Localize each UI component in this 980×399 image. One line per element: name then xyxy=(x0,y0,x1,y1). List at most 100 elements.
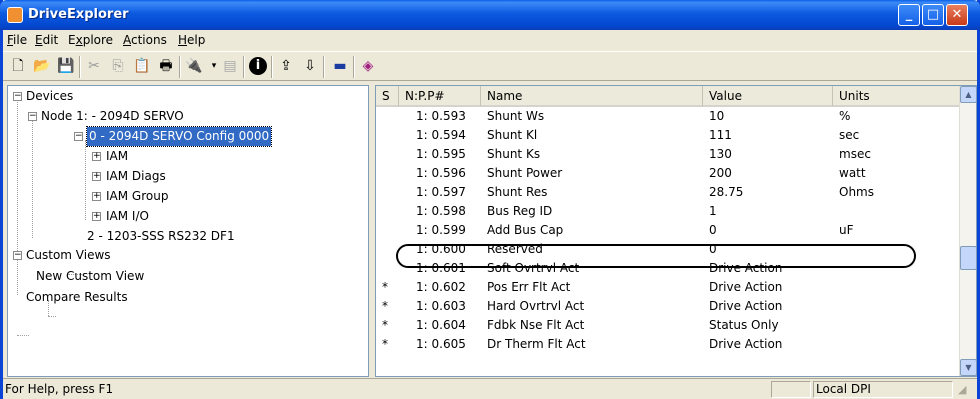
status-bar: For Help, press F1 Local DPI ◢ xyxy=(3,378,977,399)
table-row[interactable]: * 1: 0.605 Dr Therm Flt Act Drive Action xyxy=(376,337,956,352)
menu-file[interactable]: File xyxy=(7,33,27,47)
cell-npp: 1: 0.604 xyxy=(416,318,466,332)
cell-name: Shunt Ws xyxy=(487,109,545,123)
highlight-annotation xyxy=(396,244,916,268)
cell-npp: 1: 0.603 xyxy=(416,299,466,313)
cell-value: Drive Action xyxy=(709,299,783,313)
collapse-icon[interactable]: − xyxy=(13,92,22,101)
table-row[interactable]: * 1: 0.602 Pos Err Flt Act Drive Action xyxy=(376,280,956,295)
save-icon[interactable]: 💾 xyxy=(57,57,75,75)
print-icon[interactable]: 🖶 xyxy=(157,57,175,75)
disabled-doc-icon: ▤ xyxy=(223,58,237,74)
tree-df1[interactable]: 2 - 1203-SSS RS232 DF1 xyxy=(87,227,235,246)
parameter-list[interactable]: S N:P.P# Name Value Units 1: 0.593 Shunt … xyxy=(375,85,977,377)
table-row[interactable]: * 1: 0.604 Fdbk Nse Flt Act Status Only xyxy=(376,318,956,333)
table-row[interactable]: 1: 0.594 Shunt Kl 111 sec xyxy=(376,128,956,143)
table-row[interactable]: 1: 0.596 Shunt Power 200 watt xyxy=(376,166,956,181)
tree-devices[interactable]: Devices xyxy=(26,87,73,106)
book-icon[interactable]: ◈ xyxy=(359,57,377,75)
table-row[interactable]: 1: 0.595 Shunt Ks 130 msec xyxy=(376,147,956,162)
cell-value: Drive Action xyxy=(709,280,783,294)
cell-s: * xyxy=(382,280,388,294)
tree-node1[interactable]: Node 1: - 2094D SERVO xyxy=(41,107,184,126)
col-header-value[interactable]: Value xyxy=(703,86,833,107)
close-icon: ✕ xyxy=(951,7,963,22)
app-icon xyxy=(7,7,23,23)
col-header-name[interactable]: Name xyxy=(481,86,703,107)
col-header-s[interactable]: S xyxy=(376,86,399,107)
table-row[interactable]: * 1: 0.603 Hard Ovrtrvl Act Drive Action xyxy=(376,299,956,314)
tree-new-custom-view[interactable]: New Custom View xyxy=(36,267,144,286)
maximize-button[interactable]: □ xyxy=(922,4,944,26)
cell-name: Hard Ovrtrvl Act xyxy=(487,299,585,313)
upload-icon[interactable]: ⇪ xyxy=(277,57,295,75)
cell-name: Shunt Ks xyxy=(487,147,541,161)
parameter-icon[interactable]: ▬ xyxy=(331,57,349,75)
cell-npp: 1: 0.597 xyxy=(416,185,466,199)
device-tree[interactable]: − Devices − Node 1: - 2094D SERVO − 0 - … xyxy=(7,85,369,377)
expand-icon[interactable]: + xyxy=(92,152,101,161)
download-icon[interactable]: ⇩ xyxy=(301,57,319,75)
expand-icon[interactable]: + xyxy=(92,212,101,221)
cell-value: 130 xyxy=(709,147,732,161)
col-header-npp[interactable]: N:P.P# xyxy=(399,86,481,107)
resize-grip-icon[interactable]: ◢ xyxy=(958,383,966,396)
menu-bar: File Edit Explore Actions Help xyxy=(3,30,977,50)
minimize-button[interactable]: _ xyxy=(898,4,920,26)
menu-help[interactable]: Help xyxy=(178,33,205,47)
cell-s: * xyxy=(382,299,388,313)
maximize-icon: □ xyxy=(926,7,940,22)
tree-iam[interactable]: IAM xyxy=(106,147,128,166)
scroll-up-icon[interactable]: ▲ xyxy=(960,86,976,103)
tree-custom-views[interactable]: Custom Views xyxy=(26,246,111,265)
cell-name: Bus Reg ID xyxy=(487,204,553,218)
cell-value: 28.75 xyxy=(709,185,744,199)
collapse-icon[interactable]: − xyxy=(74,132,83,141)
cell-name: Fdbk Nse Flt Act xyxy=(487,318,585,332)
cell-s: * xyxy=(382,318,388,332)
table-row[interactable]: 1: 0.598 Bus Reg ID 1 xyxy=(376,204,956,219)
table-row[interactable]: 1: 0.599 Add Bus Cap 0 uF xyxy=(376,223,956,238)
menu-edit[interactable]: Edit xyxy=(35,33,58,47)
table-row[interactable]: 1: 0.597 Shunt Res 28.75 Ohms xyxy=(376,185,956,200)
collapse-icon[interactable]: − xyxy=(13,251,22,260)
menu-explore[interactable]: Explore xyxy=(68,33,113,47)
cell-units: sec xyxy=(839,128,860,142)
close-button[interactable]: ✕ xyxy=(946,4,968,26)
window-title: DriveExplorer xyxy=(28,7,129,22)
cut-icon[interactable]: ✂ xyxy=(85,57,103,75)
cell-name: Shunt Kl xyxy=(487,128,538,142)
paste-icon[interactable]: 📋 xyxy=(133,57,151,75)
title-bar[interactable]: DriveExplorer _ □ ✕ xyxy=(0,0,980,30)
table-row[interactable]: 1: 0.593 Shunt Ws 10% xyxy=(376,109,956,124)
collapse-icon[interactable]: − xyxy=(28,112,37,121)
main-window: DriveExplorer _ □ ✕ File Edit Explore Ac… xyxy=(0,0,980,399)
new-icon[interactable]: 🗋 xyxy=(9,57,27,75)
connect-icon[interactable]: 🔌 xyxy=(185,57,203,75)
expand-icon[interactable]: + xyxy=(92,192,101,201)
cell-units: msec xyxy=(839,147,871,161)
scroll-down-icon[interactable]: ▼ xyxy=(960,359,976,376)
cell-name: Shunt Res xyxy=(487,185,548,199)
info-icon[interactable]: i xyxy=(249,57,267,75)
cell-npp: 1: 0.605 xyxy=(416,337,466,351)
cell-value: 1 xyxy=(709,204,717,218)
status-panel-empty xyxy=(771,381,811,398)
cell-units: uF xyxy=(839,223,854,237)
status-mode: Local DPI xyxy=(813,381,953,398)
vertical-scrollbar[interactable]: ▲ ▼ xyxy=(959,86,976,376)
cell-name: Shunt Power xyxy=(487,166,563,180)
tree-iam-io[interactable]: IAM I/O xyxy=(106,207,149,226)
tree-iam-diags[interactable]: IAM Diags xyxy=(106,167,166,186)
open-icon[interactable]: 📂 xyxy=(33,57,51,75)
col-header-units[interactable]: Units xyxy=(833,86,961,107)
tree-config-selected[interactable]: 0 - 2094D SERVO Config 0000 xyxy=(85,126,273,147)
expand-icon[interactable]: + xyxy=(92,172,101,181)
menu-actions[interactable]: Actions xyxy=(123,33,167,47)
copy-icon[interactable]: ⎘ xyxy=(109,57,127,75)
cell-value: 10 xyxy=(709,109,725,123)
minimize-icon: _ xyxy=(905,7,913,22)
tree-iam-group[interactable]: IAM Group xyxy=(106,187,168,206)
tree-compare-results[interactable]: Compare Results xyxy=(26,288,128,307)
scroll-thumb[interactable] xyxy=(960,246,976,270)
